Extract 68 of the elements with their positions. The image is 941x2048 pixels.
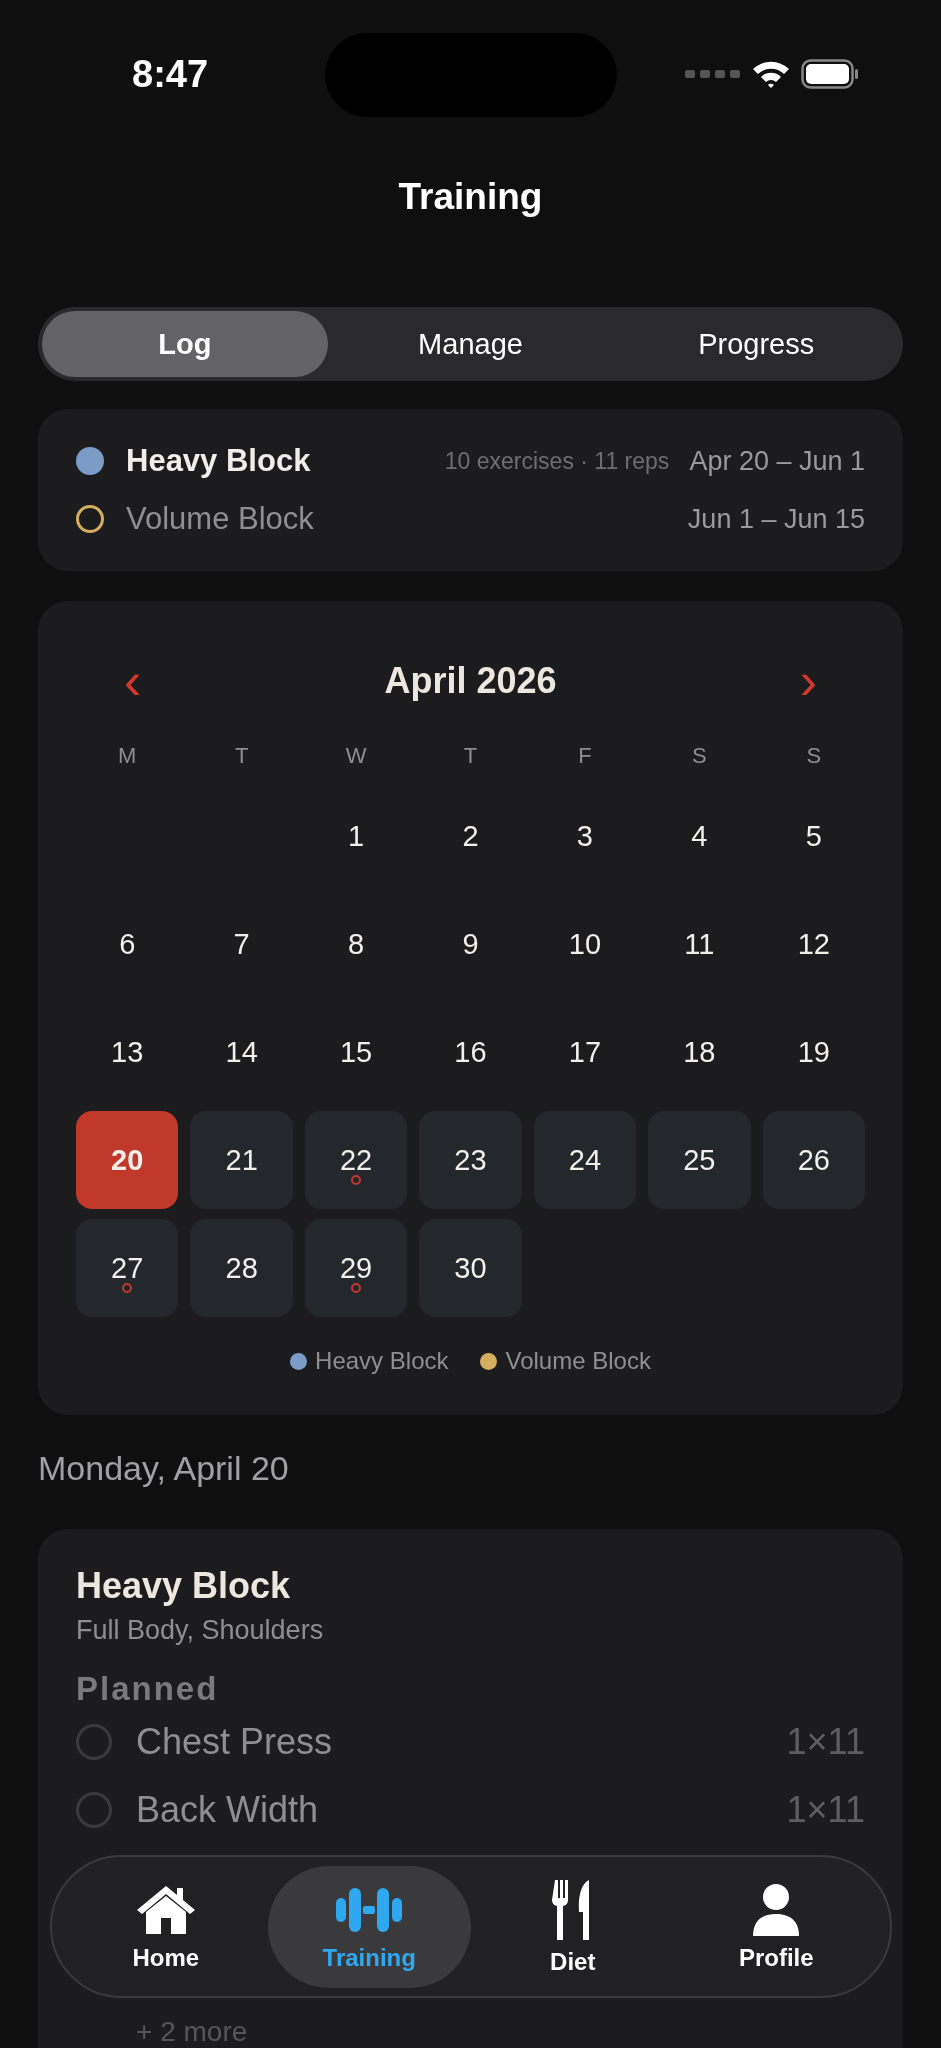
calendar-day[interactable]: 12 [762,895,865,993]
calendar-day[interactable]: 20 [76,1111,179,1209]
calendar-day[interactable]: 30 [419,1219,522,1317]
calendar-day[interactable]: 28 [190,1219,293,1317]
exercise-sets: 1×11 [786,1789,865,1831]
exercise-sets: 1×11 [786,1721,865,1763]
weekday-label: F [577,743,593,769]
screen-title: Training [397,176,544,219]
section-heading: Planned [76,1670,220,1708]
weekday-label: W [344,743,368,769]
legend-label: Heavy Block [315,1347,449,1375]
calendar-day[interactable]: 5 [762,787,865,885]
calendar-day[interactable]: 29 [304,1219,408,1317]
calendar-day[interactable]: 2 [419,787,522,885]
calendar-day[interactable]: 15 [304,1003,408,1101]
weekday-label: S [691,743,708,769]
calendar-day[interactable]: 14 [190,1003,293,1101]
calendar-day[interactable]: 24 [533,1111,637,1209]
day-heading: Monday, April 20 [38,1449,290,1489]
weekday-label: M [117,743,138,769]
calendar-day[interactable]: 4 [648,787,751,885]
calendar-day[interactable]: 17 [533,1003,637,1101]
calendar-day[interactable]: 22 [304,1111,408,1209]
workout-title: Heavy Block [76,1565,292,1607]
calendar-day[interactable]: 19 [762,1003,865,1101]
calendar-day[interactable]: 27 [76,1219,179,1317]
block-name[interactable]: Volume Block [126,501,314,537]
calendar-day[interactable]: 13 [76,1003,179,1101]
exercise-checkbox[interactable] [76,1792,112,1828]
weekday-label: T [233,743,250,769]
signal-icon [685,68,741,80]
tab-bar-item[interactable]: Home [64,1865,268,1988]
weekday-label: T [462,743,479,769]
calendar-day[interactable]: 8 [304,895,408,993]
block-meta: 10 exercises · 11 reps [444,447,670,475]
tab-bar-item[interactable]: Training [267,1865,471,1988]
segment-tab[interactable]: Progress [613,311,899,377]
calendar-day[interactable]: 16 [419,1003,522,1101]
workout-subtitle: Full Body, Shoulders [76,1615,325,1646]
status-time: 8:47 [132,52,210,96]
calendar-day[interactable]: 18 [648,1003,751,1101]
calendar-day[interactable]: 21 [190,1111,293,1209]
person-icon [751,1881,802,1938]
calendar-day[interactable]: 6 [76,895,179,993]
exercise-checkbox[interactable] [76,1724,112,1760]
block-dates: Jun 1 – Jun 15 [687,503,865,535]
weekday-label: S [805,743,823,769]
segment-tab[interactable]: Manage [327,311,614,377]
month-title: April 2026 [384,660,557,702]
exercise-name: Chest Press [136,1721,333,1763]
calendar-day[interactable]: 9 [419,895,522,993]
tab-bar-item[interactable]: Diet [471,1865,675,1988]
calendar-day[interactable]: 26 [762,1111,865,1209]
calendar-day[interactable]: 23 [419,1111,522,1209]
calendar-day[interactable]: 11 [648,895,751,993]
calendar-day[interactable]: 1 [304,787,408,885]
calendar-day[interactable]: 25 [648,1111,751,1209]
tab-bar-item[interactable]: Profile [674,1865,878,1988]
exercise-name: Back Width [136,1789,319,1831]
calendar-day[interactable]: 7 [190,895,293,993]
segment-tab[interactable]: Log [42,311,328,377]
block-dates: Apr 20 – Jun 1 [689,445,865,477]
calendar-day[interactable]: 10 [533,895,637,993]
legend-label: Volume Block [505,1347,651,1375]
block-name[interactable]: Heavy Block [126,443,311,479]
wifi-icon [751,59,791,89]
calendar-day[interactable]: 3 [533,787,637,885]
battery-icon [801,59,859,89]
